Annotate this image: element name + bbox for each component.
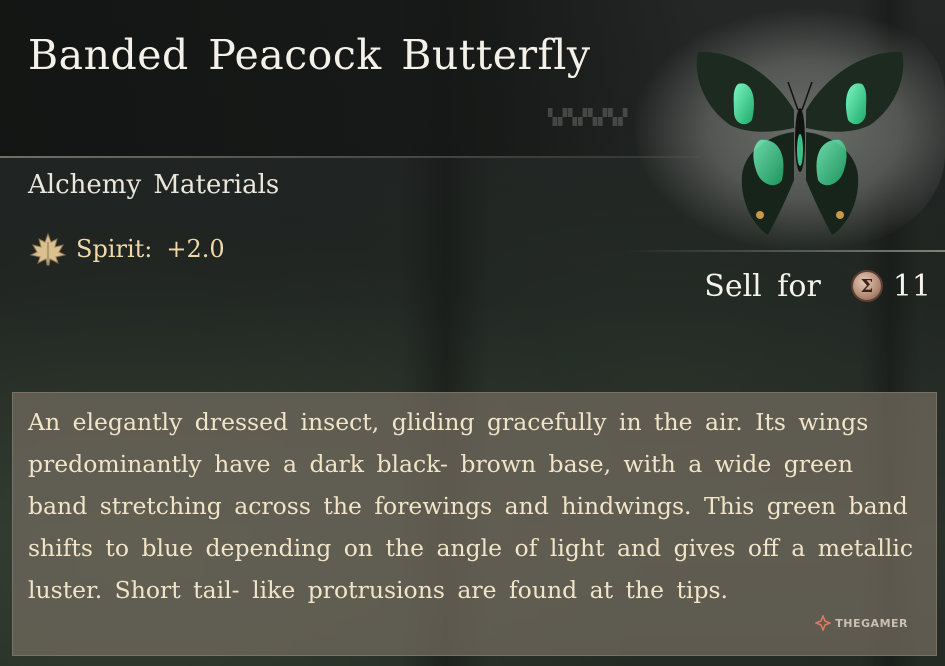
coin-icon: Σ <box>850 270 883 302</box>
thegamer-logo-icon <box>815 615 832 631</box>
item-title: Banded Peacock Butterfly <box>28 31 591 79</box>
sell-label: Sell for <box>704 268 821 304</box>
sell-price-value: 11 <box>892 268 931 304</box>
item-description: An elegantly dressed insect, gliding gra… <box>28 408 914 604</box>
sell-price: Sell for Σ 11 <box>704 266 931 306</box>
butterfly-image <box>696 51 904 235</box>
maple-leaf-icon <box>29 232 67 266</box>
stat-label: Spirit: <box>76 235 153 263</box>
description-panel: An elegantly dressed insect, gliding gra… <box>12 392 937 656</box>
decorative-stamp: ▚▞▚▞▚▞▚▞ <box>548 108 629 126</box>
item-category: Alchemy Materials <box>28 170 280 200</box>
watermark: THEGAMER <box>815 615 908 631</box>
stat-row: Spirit: +2.0 <box>28 230 225 268</box>
stat-value: +2.0 <box>166 235 225 263</box>
art-divider <box>625 250 945 252</box>
watermark-text: THEGAMER <box>835 616 908 630</box>
